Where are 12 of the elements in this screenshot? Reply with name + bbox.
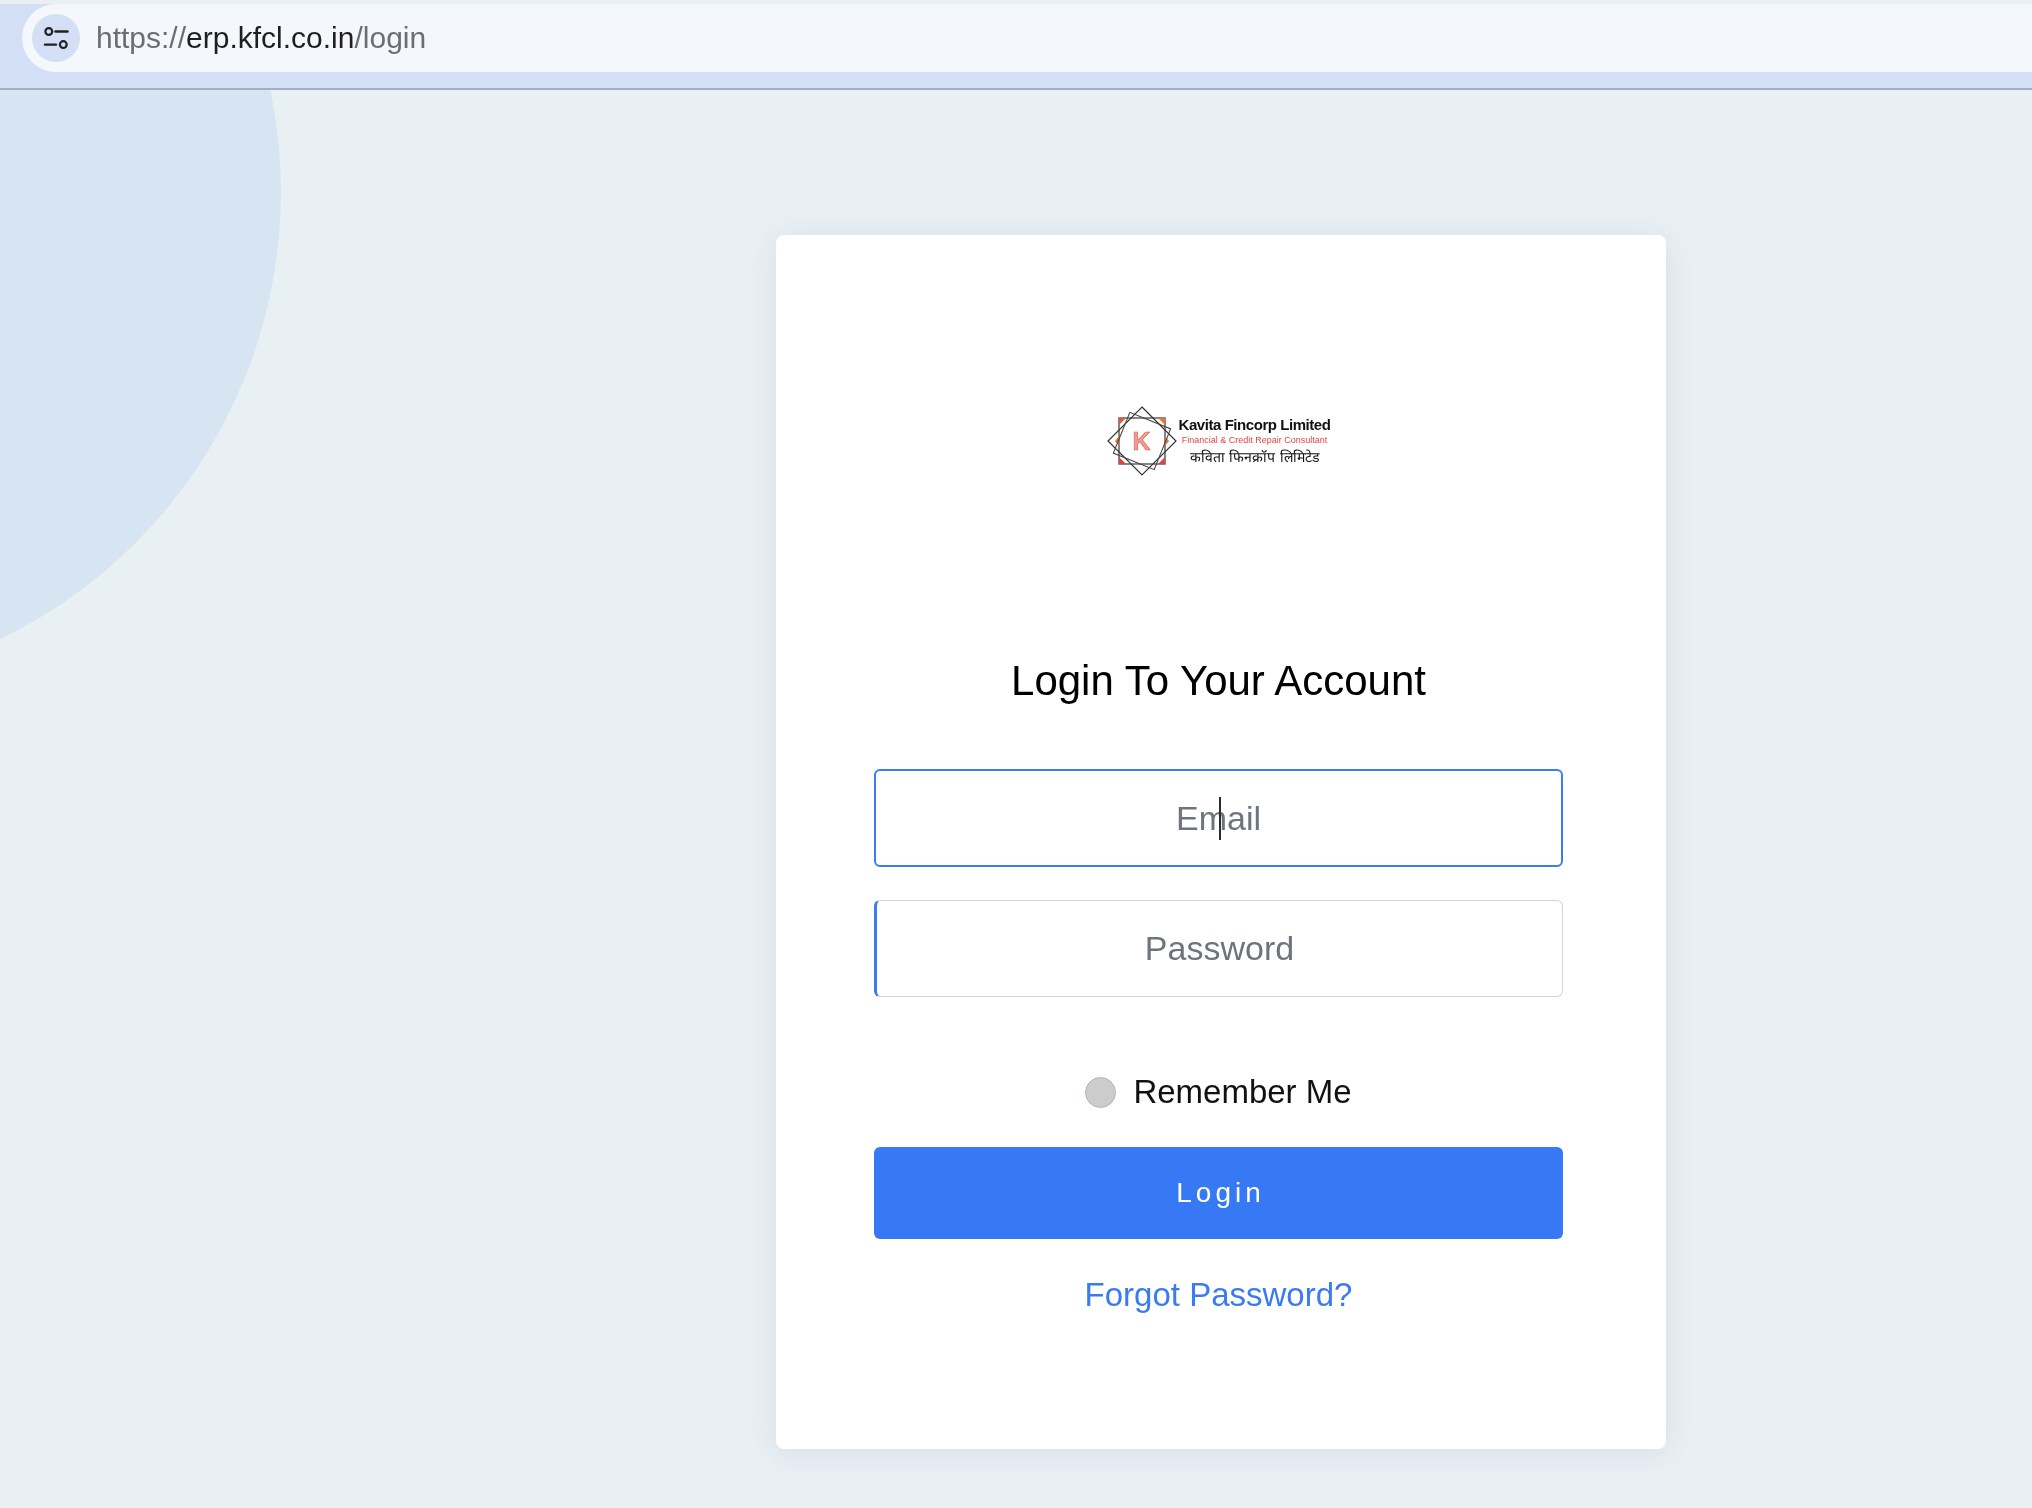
login-button[interactable]: Login	[874, 1147, 1563, 1239]
company-name-hindi: कविता फिनक्रॉप लिमिटेड	[1190, 447, 1319, 467]
remember-me-label: Remember Me	[1133, 1073, 1352, 1111]
url-text[interactable]: https://erp.kfcl.co.in/login	[96, 21, 427, 55]
radio-button[interactable]	[1085, 1076, 1117, 1108]
company-tagline: Financial & Credit Repair Consultant	[1181, 434, 1328, 446]
sliders-icon[interactable]	[32, 14, 80, 62]
diamond-logo-icon	[1106, 406, 1177, 476]
forgot-password-link[interactable]: Forgot Password?	[1084, 1275, 1353, 1315]
login-heading: Login To Your Account	[1011, 656, 1426, 706]
company-name: Kavita Fincorp Limited	[1178, 415, 1331, 434]
logo-letter: K	[1132, 428, 1151, 454]
